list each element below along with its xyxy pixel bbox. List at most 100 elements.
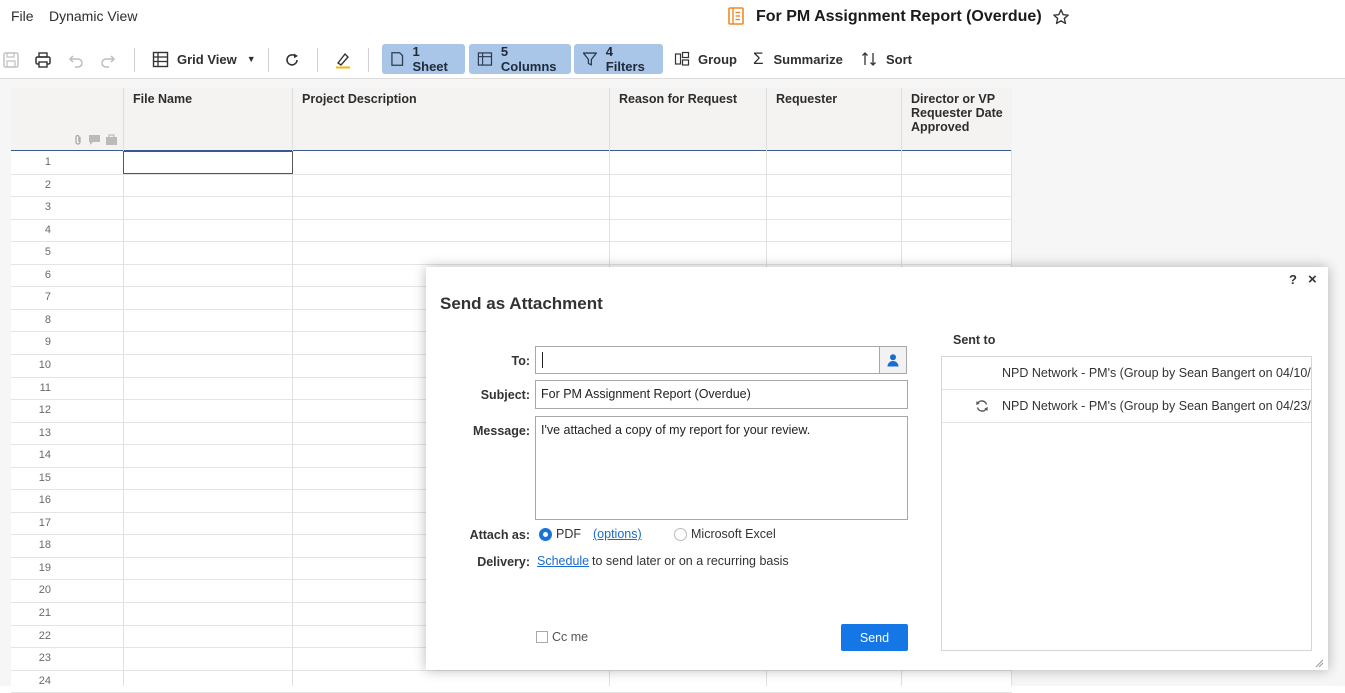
favorite-star-icon[interactable]	[1052, 8, 1070, 26]
toolbar-divider	[268, 48, 269, 72]
column-header-reason-for-request[interactable]: Reason for Request	[609, 88, 767, 150]
filters-button[interactable]: 4 Filters	[574, 44, 663, 74]
sheets-label: 1 Sheet	[412, 44, 448, 74]
row-number: 17	[38, 516, 51, 529]
recurring-icon	[975, 399, 989, 416]
row-number: 18	[38, 539, 51, 552]
help-icon[interactable]: ?	[1289, 272, 1297, 287]
toolbar: Grid View ▼ 1 Sheet 5 Columns 4 Filters …	[0, 44, 1345, 76]
row-number: 20	[38, 584, 51, 597]
resize-handle-icon[interactable]	[1314, 656, 1324, 668]
dialog-title: Send as Attachment	[440, 294, 603, 313]
contact-picker-button[interactable]	[879, 346, 907, 374]
summarize-label: Summarize	[773, 51, 843, 67]
row-number: 8	[44, 313, 51, 326]
proofing-icon	[106, 134, 117, 145]
column-divider	[292, 150, 293, 686]
attachment-icon	[75, 134, 81, 145]
row-number: 12	[38, 404, 51, 417]
subject-label: Subject:	[480, 388, 530, 402]
menu-dynamic-view[interactable]: Dynamic View	[49, 8, 137, 24]
group-icon	[674, 51, 690, 66]
sheets-button[interactable]: 1 Sheet	[382, 44, 465, 74]
highlight-icon[interactable]	[334, 51, 352, 69]
send-as-attachment-dialog: Send as Attachment ? × To: Subject: For …	[426, 267, 1328, 670]
row-number: 13	[38, 426, 51, 439]
row-number: 4	[44, 223, 51, 236]
report-title-area: For PM Assignment Report (Overdue)	[726, 6, 1070, 28]
excel-label: Microsoft Excel	[691, 527, 776, 541]
report-icon	[726, 6, 746, 29]
attach-as-label: Attach as:	[469, 528, 530, 542]
close-icon[interactable]: ×	[1308, 271, 1317, 288]
row-divider	[11, 241, 1012, 242]
message-label: Message:	[473, 424, 530, 438]
to-input[interactable]	[535, 346, 880, 374]
filter-icon	[582, 52, 597, 66]
row-divider	[11, 196, 1012, 197]
row-number: 24	[38, 674, 51, 687]
row-number: 5	[44, 246, 51, 259]
selected-cell[interactable]	[123, 151, 293, 174]
person-icon	[887, 354, 899, 367]
chevron-down-icon: ▼	[246, 54, 256, 64]
row-number: 23	[38, 652, 51, 665]
columns-label: 5 Columns	[500, 44, 557, 74]
refresh-icon[interactable]	[283, 51, 301, 69]
column-header-project-description[interactable]: Project Description	[292, 88, 610, 150]
header-row-icons	[72, 134, 118, 146]
row-number: 11	[39, 381, 51, 394]
toolbar-divider	[317, 48, 318, 72]
group-button[interactable]: Group	[666, 44, 745, 74]
delivery-text: to send later or on a recurring basis	[592, 554, 789, 568]
sent-to-item[interactable]: NPD Network - PM's (Group by Sean Banger…	[942, 390, 1311, 423]
row-divider	[11, 219, 1012, 220]
cc-me-label: Cc me	[552, 630, 589, 644]
menu-file[interactable]: File	[11, 8, 34, 24]
sent-to-label: Sent to	[953, 333, 996, 347]
column-header-file-name[interactable]: File Name	[123, 88, 293, 150]
redo-icon[interactable]	[99, 51, 117, 69]
grid-view-label: Grid View	[177, 51, 237, 67]
sent-to-item[interactable]: NPD Network - PM's (Group by Sean Banger…	[942, 357, 1311, 390]
send-button[interactable]: Send	[841, 624, 908, 651]
excel-radio[interactable]	[674, 528, 687, 541]
print-icon[interactable]	[34, 51, 52, 69]
grid-view-dropdown[interactable]: Grid View ▼	[144, 44, 264, 74]
message-textarea[interactable]: I've attached a copy of my report for yo…	[535, 416, 908, 520]
pdf-radio[interactable]	[539, 528, 552, 541]
schedule-link[interactable]: Schedule	[537, 554, 589, 568]
column-header-director-approved[interactable]: Director or VP Requester Date Approved	[901, 88, 1012, 150]
sent-to-item-text: NPD Network - PM's (Group by Sean Banger…	[1002, 399, 1312, 413]
undo-icon[interactable]	[67, 51, 85, 69]
row-number: 1	[44, 156, 51, 168]
text-cursor	[542, 352, 543, 368]
sigma-icon: Σ	[753, 49, 764, 68]
sent-to-item-text: NPD Network - PM's (Group by Sean Banger…	[1002, 366, 1312, 380]
subject-input[interactable]: For PM Assignment Report (Overdue)	[535, 380, 908, 409]
group-label: Group	[698, 51, 737, 67]
toolbar-divider	[368, 48, 369, 72]
delivery-label: Delivery:	[477, 555, 530, 569]
columns-icon	[477, 52, 493, 66]
cc-me-checkbox[interactable]	[536, 631, 548, 643]
row-divider	[11, 264, 1012, 265]
sheet-icon	[391, 52, 404, 66]
filters-label: 4 Filters	[605, 44, 645, 74]
columns-button[interactable]: 5 Columns	[469, 44, 571, 74]
report-title: For PM Assignment Report (Overdue)	[756, 8, 1042, 25]
pdf-label: PDF	[556, 527, 581, 541]
row-number: 2	[44, 178, 51, 191]
row-number: 10	[38, 358, 51, 371]
row-divider	[11, 670, 1012, 671]
toolbar-divider	[134, 48, 135, 72]
sort-button[interactable]: Sort	[853, 44, 920, 74]
row-number: 7	[44, 291, 51, 304]
pdf-options-link[interactable]: (options)	[593, 527, 642, 541]
column-divider	[123, 150, 124, 686]
column-header-requester[interactable]: Requester	[766, 88, 902, 150]
summarize-button[interactable]: Σ Summarize	[745, 44, 851, 74]
row-number: 6	[44, 268, 51, 281]
save-icon[interactable]	[2, 51, 20, 69]
row-number: 15	[38, 471, 51, 484]
